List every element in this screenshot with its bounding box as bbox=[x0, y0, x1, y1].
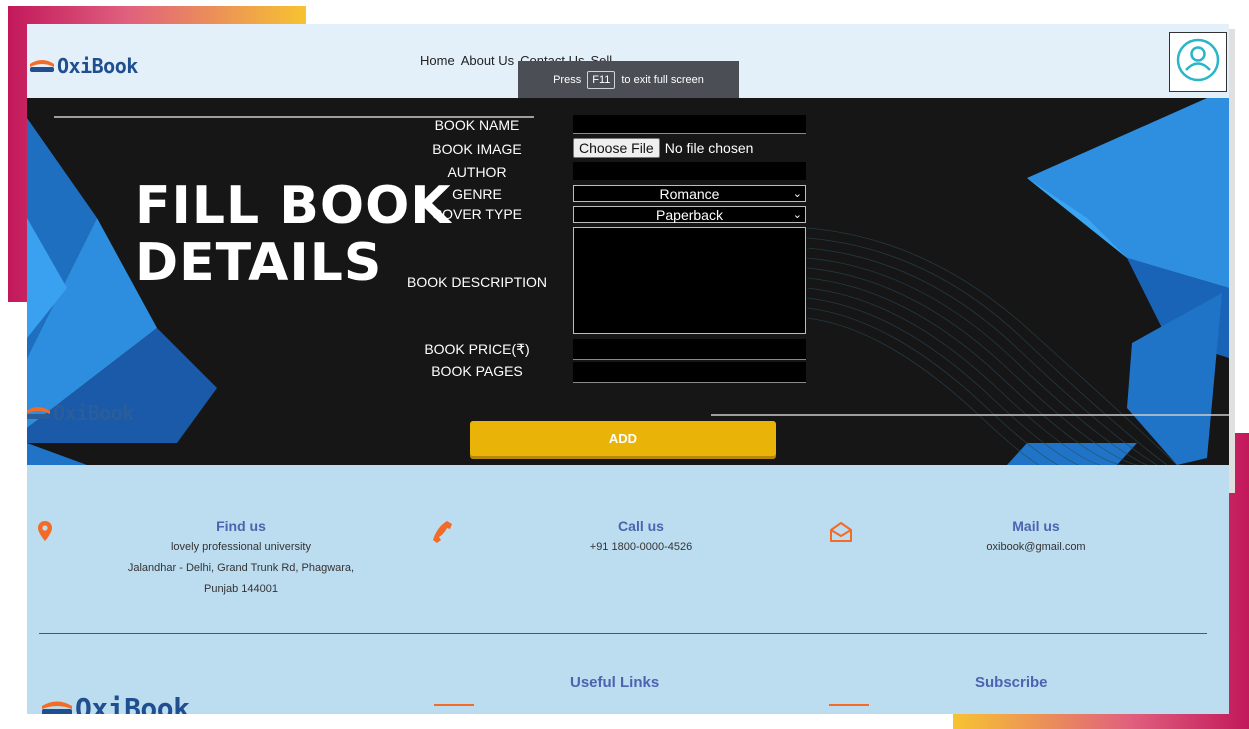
book-description-textarea[interactable] bbox=[573, 227, 806, 334]
address-line: Punjab 144001 bbox=[203, 583, 278, 595]
book-logo-icon bbox=[29, 58, 55, 75]
book-price-input[interactable] bbox=[573, 339, 806, 360]
subscribe-underline bbox=[829, 704, 869, 706]
fullscreen-press: Press bbox=[553, 74, 582, 86]
book-image-input[interactable]: Choose File No file chosen bbox=[573, 138, 753, 158]
book-name-label: BOOK NAME bbox=[434, 117, 520, 133]
author-input[interactable] bbox=[573, 162, 806, 180]
find-us-address: lovely professional university Jalandhar… bbox=[91, 537, 391, 600]
logo-text: OxiBook bbox=[57, 54, 138, 78]
hero-form-section: FILL BOOK DETAILS OxiBook BOOK NAME BOOK… bbox=[27, 98, 1229, 465]
cover-type-select[interactable]: Paperback ⌄ bbox=[573, 206, 806, 223]
book-logo-icon bbox=[41, 699, 73, 714]
hero-logo: OxiBook bbox=[27, 401, 134, 425]
useful-links-underline bbox=[434, 704, 474, 706]
address-line: Jalandhar - Delhi, Grand Trunk Rd, Phagw… bbox=[127, 562, 355, 574]
file-status: No file chosen bbox=[664, 140, 754, 156]
footer-logo[interactable]: OxiBook bbox=[41, 692, 190, 714]
phone-icon bbox=[433, 521, 453, 548]
profile-button[interactable] bbox=[1169, 32, 1227, 92]
footer-divider bbox=[39, 633, 1207, 634]
email-address[interactable]: oxibook@gmail.com bbox=[936, 537, 1136, 558]
genre-label: GENRE bbox=[452, 186, 502, 202]
cover-type-value: Paperback bbox=[656, 207, 723, 223]
phone-number[interactable]: +91 1800-0000-4526 bbox=[541, 537, 741, 558]
address-line: lovely professional university bbox=[170, 541, 311, 553]
genre-select[interactable]: Romance ⌄ bbox=[573, 185, 806, 202]
find-us-title: Find us bbox=[216, 518, 266, 534]
fullscreen-notice: Press F11 to exit full screen bbox=[518, 61, 739, 99]
header: OxiBook Home About Us Contact Us Sell Pr… bbox=[27, 24, 1229, 99]
nav-home[interactable]: Home bbox=[420, 53, 455, 68]
footer: Find us lovely professional university J… bbox=[27, 465, 1229, 714]
book-name-input[interactable] bbox=[573, 115, 806, 134]
author-label: AUTHOR bbox=[447, 164, 507, 180]
useful-links-title: Useful Links bbox=[570, 674, 660, 691]
subscribe-title: Subscribe bbox=[975, 674, 1048, 691]
book-price-label: BOOK PRICE(₹) bbox=[424, 341, 530, 357]
fullscreen-key: F11 bbox=[587, 71, 616, 89]
book-logo-icon bbox=[27, 405, 51, 422]
location-pin-icon bbox=[38, 521, 52, 546]
user-avatar-icon bbox=[1175, 37, 1221, 88]
header-logo[interactable]: OxiBook bbox=[29, 54, 138, 78]
genre-value: Romance bbox=[659, 186, 720, 202]
scrollbar[interactable] bbox=[1229, 29, 1235, 493]
add-button[interactable]: ADD bbox=[470, 421, 776, 456]
book-pages-label: BOOK PAGES bbox=[431, 363, 523, 379]
cover-type-label: COVER TYPE bbox=[432, 206, 522, 222]
mail-us-title: Mail us bbox=[1012, 518, 1060, 534]
chevron-down-icon: ⌄ bbox=[792, 188, 802, 200]
book-description-label: BOOK DESCRIPTION bbox=[406, 274, 548, 290]
mail-open-icon bbox=[830, 522, 852, 547]
footer-logo-text: OxiBook bbox=[75, 692, 190, 714]
choose-file-button[interactable]: Choose File bbox=[573, 138, 660, 158]
call-us-title: Call us bbox=[618, 518, 664, 534]
book-pages-input[interactable] bbox=[573, 362, 806, 383]
hero-logo-text: OxiBook bbox=[53, 401, 134, 425]
nav-about-us[interactable]: About Us bbox=[461, 53, 514, 68]
page: OxiBook Home About Us Contact Us Sell Pr… bbox=[27, 24, 1229, 714]
fullscreen-rest: to exit full screen bbox=[621, 74, 704, 86]
book-image-label: BOOK IMAGE bbox=[432, 141, 522, 157]
chevron-down-icon: ⌄ bbox=[792, 209, 802, 221]
